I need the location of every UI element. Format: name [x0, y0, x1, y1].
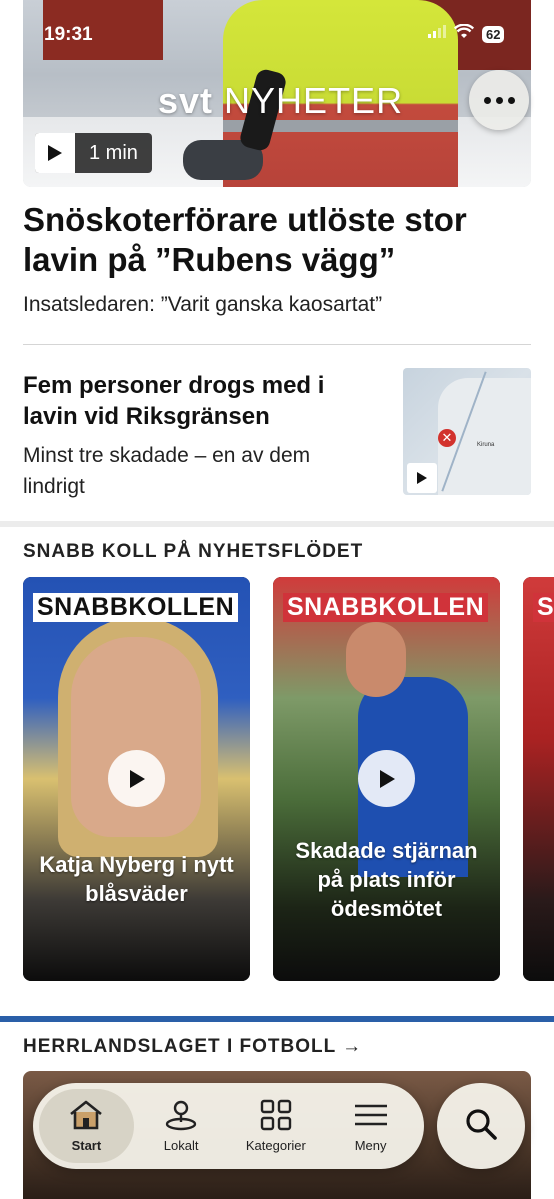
article-map-thumbnail[interactable]: ✕ Kiruna [403, 368, 531, 495]
video-duration: 1 min [89, 141, 138, 164]
section-title-football[interactable]: HERRLANDSLAGET I FOTBOLL → [23, 1036, 362, 1058]
story-card[interactable]: SNABBKOLLEN Skadade stjärnan på plats in… [273, 577, 500, 981]
tab-meny[interactable]: Meny [323, 1089, 418, 1163]
tab-lokalt[interactable]: Lokalt [134, 1089, 229, 1163]
section-divider [0, 521, 554, 527]
logo-bold: svt [158, 80, 214, 121]
card-caption: Skadade stjärnan på plats inför ödesmöte… [295, 838, 478, 921]
search-icon [464, 1107, 498, 1146]
signal-icon [428, 25, 446, 43]
battery-icon: 62 [482, 25, 505, 43]
location-pin-icon [164, 1099, 198, 1134]
tab-label: Start [71, 1138, 102, 1153]
grid-icon [260, 1099, 292, 1134]
section-divider [0, 1016, 554, 1022]
dot-icon [495, 96, 503, 104]
card-badge: SNABBKOLLEN [33, 593, 239, 622]
tab-kategorier[interactable]: Kategorier [229, 1089, 324, 1163]
map-town-label: Kiruna [477, 442, 495, 448]
status-icons: 62 [428, 23, 505, 44]
story-card[interactable]: S [523, 577, 554, 981]
main-headline[interactable]: Snöskoterförare utlöste stor lavin på ”R… [23, 200, 523, 280]
card-person [71, 637, 201, 837]
home-icon [68, 1099, 104, 1134]
tab-label: Lokalt [163, 1138, 199, 1153]
svt-nyheter-logo: svt NYHETER [158, 80, 403, 122]
wifi-icon [453, 23, 475, 44]
dot-icon [483, 96, 491, 104]
main-subtitle: Insatsledaren: ”Varit ganska kaosartat” [23, 293, 383, 316]
logo-light: NYHETER [224, 80, 404, 121]
story-card[interactable]: SNABBKOLLEN Katja Nyberg i nytt blåsväde… [23, 577, 250, 981]
play-icon[interactable] [108, 750, 165, 807]
article-headline[interactable]: Fem personer drogs med i lavin vid Riksg… [23, 370, 373, 432]
play-icon [35, 133, 75, 173]
card-caption: Katja Nyberg i nytt blåsväder [39, 852, 234, 906]
map-marker-icon: ✕ [438, 429, 456, 447]
divider [23, 344, 531, 345]
more-options-button[interactable] [469, 70, 529, 130]
search-button[interactable] [437, 1083, 525, 1169]
tab-label: Kategorier [245, 1138, 306, 1153]
dot-icon [507, 96, 515, 104]
menu-icon [353, 1099, 389, 1134]
card-badge: S [533, 593, 554, 622]
card-badge: SNABBKOLLEN [283, 593, 489, 622]
card-person [346, 622, 406, 697]
status-time: 19:31 [44, 24, 93, 45]
tab-start[interactable]: Start [39, 1089, 134, 1163]
card-background [523, 577, 554, 981]
video-duration-badge[interactable]: 1 min [35, 133, 152, 173]
tab-label: Meny [354, 1138, 387, 1153]
play-icon [407, 463, 437, 493]
play-icon[interactable] [358, 750, 415, 807]
bottom-tab-bar: Start Lokalt Kategorier Meny [33, 1083, 424, 1169]
article-subtitle: Minst tre skadade – en av dem lindrigt [23, 444, 311, 498]
section-title-snabbkoll: SNABB KOLL PÅ NYHETSFLÖDET [23, 541, 364, 562]
